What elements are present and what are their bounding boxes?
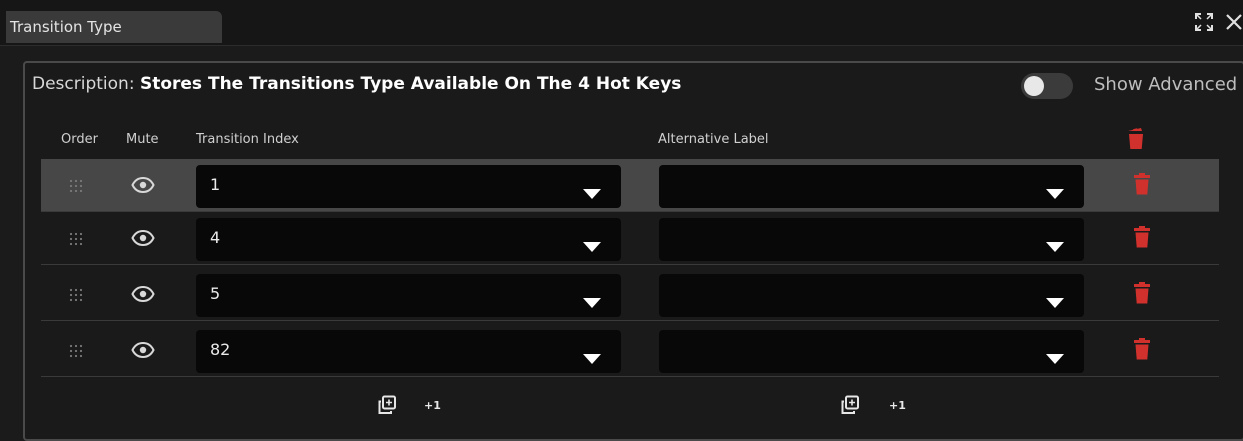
- caret-down-icon: [583, 184, 601, 203]
- transition-index-value: 82: [210, 340, 231, 359]
- drag-handle-icon[interactable]: [69, 178, 83, 197]
- show-advanced-label: Show Advanced: [1094, 74, 1238, 95]
- duplicate-icon[interactable]: [840, 395, 860, 419]
- eye-icon[interactable]: [131, 285, 155, 307]
- title-bar: Transition Type: [0, 0, 1243, 46]
- table-row[interactable]: 82: [41, 324, 1219, 377]
- trash-icon[interactable]: [1134, 282, 1150, 308]
- eye-icon[interactable]: [131, 176, 155, 198]
- transition-index-value: 5: [210, 284, 221, 303]
- window-tab[interactable]: Transition Type: [6, 11, 222, 43]
- eye-icon[interactable]: [131, 341, 155, 363]
- description-text: Stores The Transitions Type Available On…: [139, 74, 682, 94]
- drag-handle-icon[interactable]: [69, 231, 83, 250]
- add-one-button[interactable]: +1: [889, 399, 906, 412]
- duplicate-icon[interactable]: [377, 395, 397, 419]
- caret-down-icon: [583, 349, 601, 368]
- toggle-knob: [1024, 76, 1044, 96]
- trash-icon[interactable]: [1134, 226, 1150, 252]
- description-label: Description:: [32, 74, 135, 94]
- alternative-label-select[interactable]: [659, 165, 1084, 208]
- delete-all-icon[interactable]: [1127, 126, 1145, 154]
- column-header-transition-index: Transition Index: [196, 132, 299, 147]
- transition-index-select[interactable]: 1: [196, 165, 621, 208]
- caret-down-icon: [583, 293, 601, 312]
- properties-panel: Description: Stores The Transitions Type…: [23, 61, 1243, 441]
- transition-index-select[interactable]: 4: [196, 218, 621, 261]
- alternative-label-select[interactable]: [659, 218, 1084, 261]
- column-header-order: Order: [61, 132, 98, 147]
- trash-icon[interactable]: [1134, 338, 1150, 364]
- caret-down-icon: [1046, 349, 1064, 368]
- eye-icon[interactable]: [131, 229, 155, 251]
- window-title: Transition Type: [10, 18, 122, 36]
- table-row[interactable]: 1: [41, 159, 1219, 212]
- table-row[interactable]: 5: [41, 268, 1219, 321]
- transition-type-window: Transition Type Description: Stores The …: [0, 0, 1243, 441]
- description: Description: Stores The Transitions Type…: [32, 74, 681, 94]
- caret-down-icon: [1046, 293, 1064, 312]
- transition-index-value: 1: [210, 175, 221, 194]
- close-icon[interactable]: [1225, 12, 1243, 36]
- caret-down-icon: [1046, 237, 1064, 256]
- add-one-button[interactable]: +1: [424, 399, 441, 412]
- column-header-alternative-label: Alternative Label: [658, 132, 769, 147]
- trash-icon[interactable]: [1134, 173, 1150, 199]
- column-header-mute: Mute: [126, 132, 159, 147]
- drag-handle-icon[interactable]: [69, 343, 83, 362]
- caret-down-icon: [1046, 184, 1064, 203]
- transition-index-value: 4: [210, 228, 221, 247]
- alternative-label-select[interactable]: [659, 330, 1084, 373]
- expand-icon[interactable]: [1194, 12, 1214, 36]
- transition-index-select[interactable]: 5: [196, 274, 621, 317]
- caret-down-icon: [583, 237, 601, 256]
- alternative-label-select[interactable]: [659, 274, 1084, 317]
- show-advanced-toggle[interactable]: [1021, 73, 1073, 99]
- drag-handle-icon[interactable]: [69, 287, 83, 306]
- table-row[interactable]: 4: [41, 212, 1219, 265]
- transition-index-select[interactable]: 82: [196, 330, 621, 373]
